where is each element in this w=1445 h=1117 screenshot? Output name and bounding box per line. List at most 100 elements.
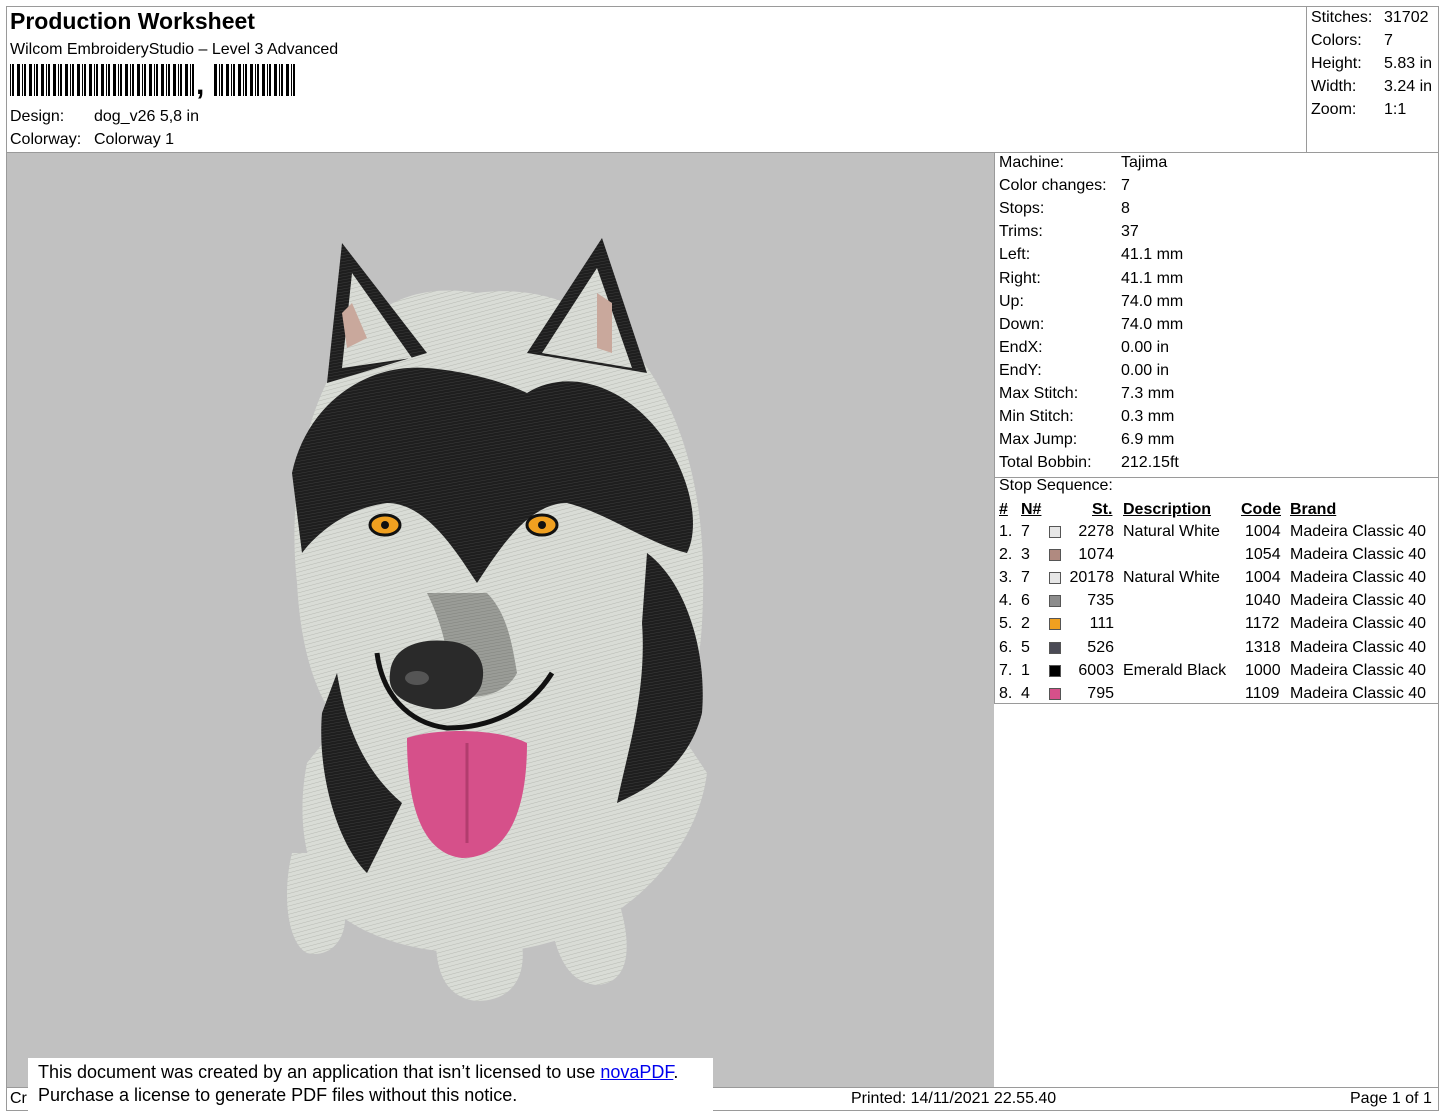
barcode-bar	[262, 64, 265, 96]
barcode-bar	[34, 64, 35, 96]
barcode-bar	[185, 64, 188, 96]
barcode-bar	[192, 64, 194, 96]
barcode-bar	[214, 64, 217, 96]
colorway-value: Colorway 1	[94, 131, 175, 148]
stat-stitches-label: Stitches:	[1311, 9, 1373, 26]
barcode-bar	[29, 64, 32, 96]
seq-brand: Madeira Classic 40	[1290, 661, 1427, 679]
barcode-bar	[118, 64, 119, 96]
barcode-bar	[132, 64, 134, 96]
seq-index: 3.	[999, 569, 1013, 587]
info-row: Down: 74.0 mm	[999, 316, 1183, 334]
info-value: 0.3 mm	[1121, 408, 1175, 426]
info-row: Left: 41.1 mm	[999, 246, 1183, 264]
barcode-bar	[161, 64, 164, 96]
barcode-bar	[130, 64, 131, 96]
barcode-bar	[142, 64, 143, 96]
seq-index: 4.	[999, 592, 1013, 610]
seq-stitches: 2278	[1078, 523, 1114, 540]
info-label: Stops:	[999, 200, 1045, 218]
barcode-bar	[10, 64, 11, 96]
barcode-graphic	[10, 64, 295, 96]
seq-index: 2.	[999, 546, 1013, 564]
info-row: Right: 41.1 mm	[999, 270, 1183, 288]
seq-needle: 3	[1021, 546, 1030, 564]
seq-stitches: 526	[1087, 638, 1114, 656]
info-value: 37	[1121, 223, 1139, 241]
seq-description: Natural White	[1123, 569, 1220, 587]
info-row: Max Jump: 6.9 mm	[999, 431, 1174, 449]
stat-zoom-value: 1:1	[1384, 101, 1407, 118]
barcode-bar	[48, 64, 50, 96]
seq-needle: 6	[1021, 592, 1030, 610]
notice-line-1: This document was created by an applicat…	[38, 1062, 678, 1083]
seq-needle: 7	[1021, 523, 1030, 540]
seq-description: Natural White	[1123, 523, 1220, 540]
barcode-bar	[219, 64, 220, 96]
seq-header-stitches: St.	[1092, 501, 1113, 518]
design-label: Design:	[10, 108, 65, 125]
stop-sequence-label: Stop Sequence:	[999, 477, 1113, 494]
stat-zoom-label: Zoom:	[1311, 101, 1357, 118]
seq-needle: 7	[1021, 569, 1030, 587]
barcode-bar	[96, 64, 98, 96]
barcode-bar	[77, 64, 80, 96]
novapdf-link[interactable]: novaPDF	[600, 1062, 673, 1082]
info-label: Machine:	[999, 154, 1064, 171]
barcode-bar	[243, 64, 244, 96]
seq-brand: Madeira Classic 40	[1290, 523, 1427, 540]
info-value: 0.00 in	[1121, 361, 1170, 379]
thread-color-swatch	[1049, 664, 1061, 677]
info-value: 74.0 mm	[1121, 292, 1184, 310]
seq-code: 1040	[1245, 592, 1281, 610]
barcode-bar	[156, 64, 158, 96]
seq-header-code: Code	[1241, 501, 1281, 518]
page-number: Page 1 of 1	[1350, 1090, 1432, 1107]
seq-brand: Madeira Classic 40	[1290, 546, 1427, 564]
info-value: 7	[1121, 177, 1130, 195]
notice-text-prefix: This document was created by an applicat…	[38, 1062, 601, 1082]
barcode-bar	[17, 64, 20, 96]
info-row: Total Bobbin: 212.15ft	[999, 454, 1179, 472]
barcode-bar	[108, 64, 110, 96]
thread-color-swatch	[1049, 618, 1061, 631]
seq-index: 7.	[999, 661, 1013, 679]
stat-width-label: Width:	[1311, 78, 1357, 95]
seq-code: 1109	[1245, 684, 1280, 702]
info-row: Trims: 37	[999, 223, 1139, 241]
barcode-bar	[94, 64, 95, 96]
colorway-label: Colorway:	[10, 131, 82, 148]
seq-code: 1004	[1245, 569, 1281, 587]
seq-index: 8.	[999, 684, 1013, 702]
barcode-bar	[166, 64, 167, 96]
barcode-bar	[36, 64, 38, 96]
barcode-bar	[82, 64, 83, 96]
seq-header-index: #	[999, 501, 1008, 518]
barcode-bar	[168, 64, 170, 96]
info-row: Min Stitch: 0.3 mm	[999, 408, 1174, 426]
seq-code: 1318	[1245, 638, 1281, 656]
thread-color-swatch	[1049, 549, 1061, 562]
info-row: Color changes: 7	[999, 177, 1130, 195]
barcode-bar	[84, 64, 86, 96]
seq-needle: 4	[1021, 684, 1030, 702]
barcode-bar	[41, 64, 44, 96]
barcode-bar	[286, 64, 289, 96]
barcode-bar	[180, 64, 182, 96]
barcode-bar	[120, 64, 122, 96]
software-name: Wilcom EmbroideryStudio – Level 3 Advanc…	[10, 41, 339, 58]
barcode-bar	[125, 64, 128, 96]
stat-stitches-value: 31702	[1384, 9, 1429, 26]
barcode-bar	[154, 64, 155, 96]
info-row: Max Stitch: 7.3 mm	[999, 385, 1174, 403]
thread-color-swatch	[1049, 595, 1061, 608]
seq-stitches: 1074	[1078, 546, 1114, 564]
barcode-bar	[255, 64, 256, 96]
seq-brand: Madeira Classic 40	[1290, 684, 1427, 702]
seq-brand: Madeira Classic 40	[1290, 569, 1427, 587]
seq-header-description: Description	[1123, 501, 1212, 518]
barcode-bar	[106, 64, 107, 96]
barcode-bar	[12, 64, 14, 96]
info-value: 41.1 mm	[1121, 246, 1184, 264]
info-label: Color changes:	[999, 177, 1107, 195]
